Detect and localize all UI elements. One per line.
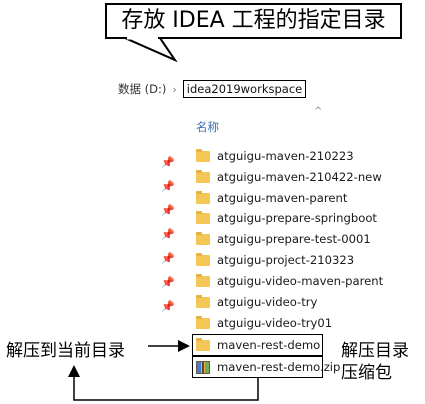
- annotation-arrows: [68, 340, 259, 401]
